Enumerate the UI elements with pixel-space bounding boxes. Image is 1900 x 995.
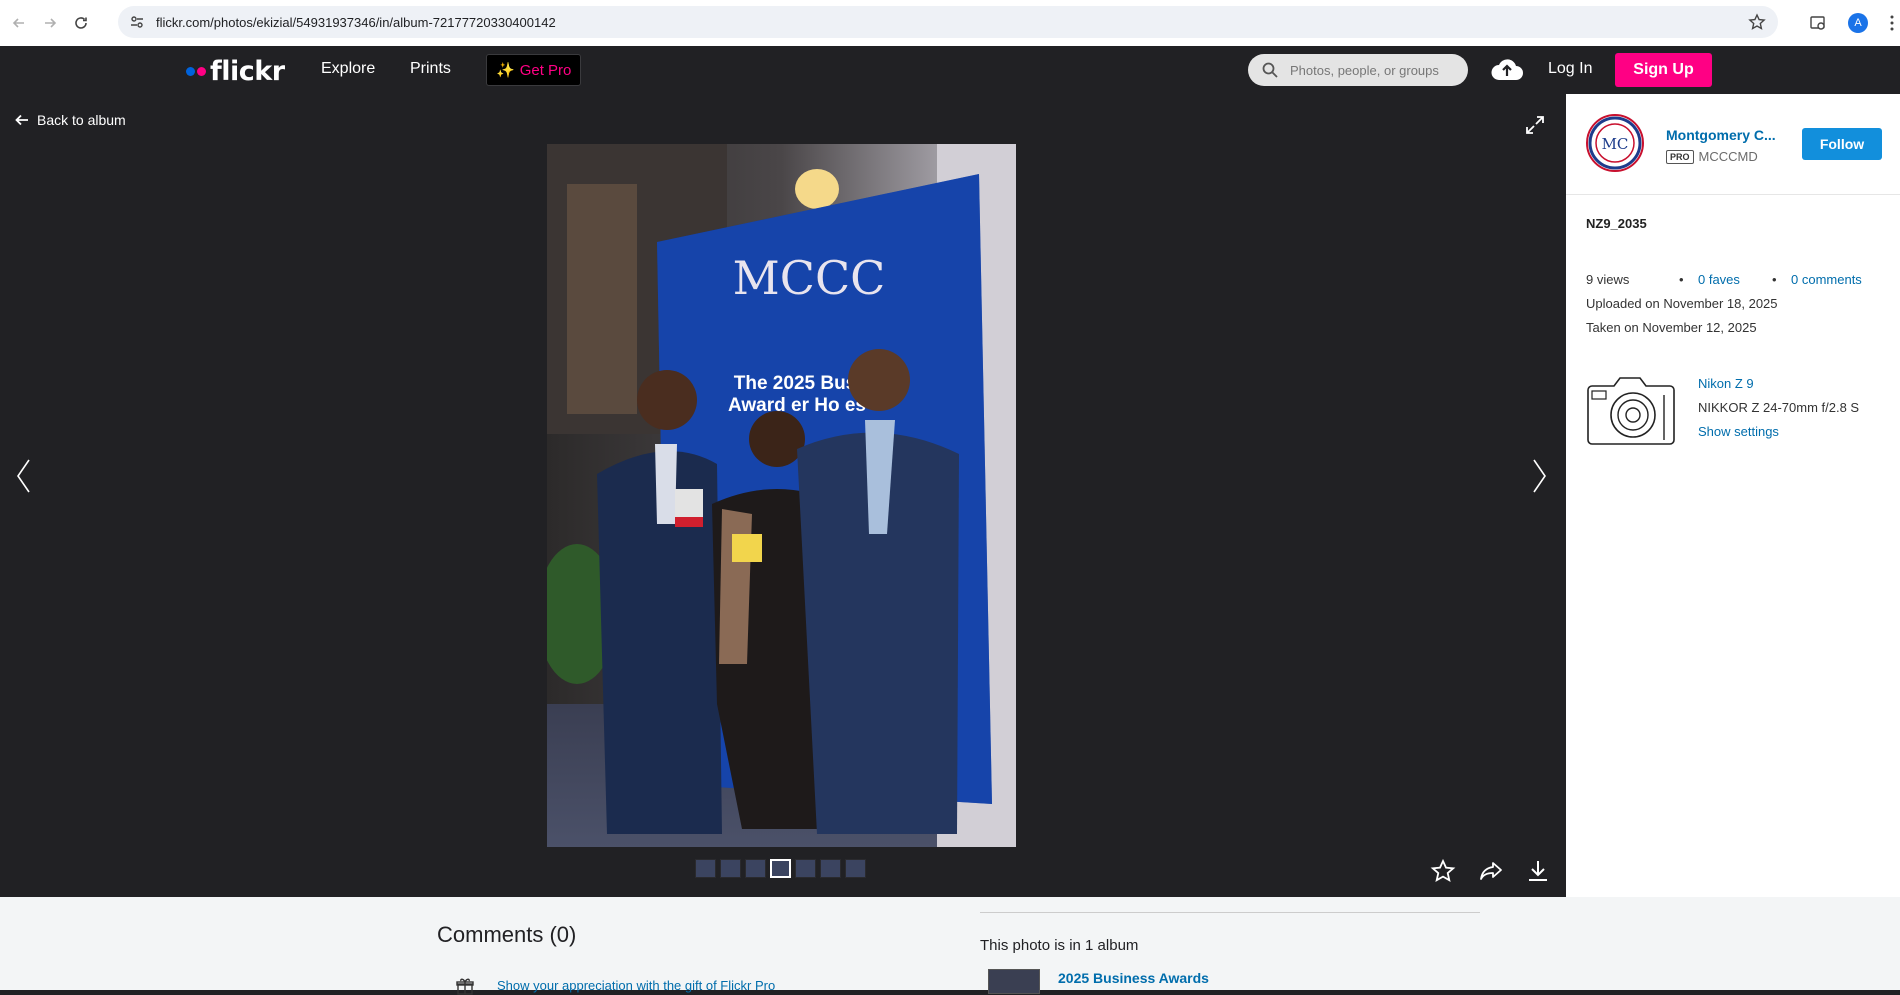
get-pro-button[interactable]: ✨ Get Pro bbox=[486, 54, 582, 86]
filmstrip-thumb[interactable] bbox=[720, 859, 741, 878]
get-pro-label: Get Pro bbox=[519, 61, 572, 79]
sparkle-icon: ✨ bbox=[496, 62, 515, 79]
logo-wordmark: flickr bbox=[210, 56, 285, 87]
gift-icon bbox=[456, 978, 474, 995]
site-settings-icon[interactable] bbox=[128, 13, 146, 31]
bullet: • bbox=[1772, 272, 1777, 287]
fave-star-icon[interactable] bbox=[1430, 858, 1456, 884]
logo-blue-dot bbox=[186, 67, 195, 76]
back-to-album-label: Back to album bbox=[37, 112, 126, 128]
banner-monogram: MCCC bbox=[733, 251, 886, 305]
fullscreen-icon[interactable] bbox=[1524, 114, 1546, 136]
filmstrip-thumb[interactable] bbox=[795, 859, 816, 878]
previous-photo-arrow[interactable] bbox=[14, 456, 34, 496]
divider bbox=[980, 912, 1480, 913]
filmstrip-thumb-active[interactable] bbox=[770, 859, 791, 878]
show-settings-link[interactable]: Show settings bbox=[1698, 424, 1779, 439]
taken-date: Taken on November 12, 2025 bbox=[1586, 320, 1757, 335]
next-photo-arrow[interactable] bbox=[1529, 456, 1549, 496]
upload-cloud-icon[interactable] bbox=[1490, 56, 1524, 84]
filmstrip-thumb[interactable] bbox=[845, 859, 866, 878]
back-to-album-link[interactable]: Back to album bbox=[15, 112, 126, 128]
filmstrip-thumb[interactable] bbox=[745, 859, 766, 878]
owner-name-link[interactable]: Montgomery C... bbox=[1666, 127, 1776, 143]
browser-menu-icon[interactable] bbox=[1884, 9, 1900, 37]
bookmark-star-icon[interactable] bbox=[1748, 13, 1766, 31]
photo-stage: Back to album MCCC The 2025 Bus Award er… bbox=[0, 94, 1566, 897]
search-input[interactable] bbox=[1290, 62, 1460, 78]
views-count: 9 views bbox=[1586, 272, 1630, 287]
lens-name: NIKKOR Z 24-70mm f/2.8 S bbox=[1698, 400, 1860, 415]
comments-link[interactable]: 0 comments bbox=[1791, 272, 1862, 287]
banner-line-1: The 2025 Bus bbox=[734, 373, 857, 394]
filmstrip-thumb[interactable] bbox=[820, 859, 841, 878]
divider bbox=[1566, 194, 1900, 195]
photo-info-sidebar: MC Montgomery C... PRO MCCCMD Follow NZ9… bbox=[1566, 94, 1900, 897]
faves-link[interactable]: 0 faves bbox=[1698, 272, 1740, 287]
profile-initial: A bbox=[1848, 13, 1868, 33]
svg-text:MC: MC bbox=[1602, 135, 1629, 153]
flickr-logo[interactable]: flickr bbox=[186, 56, 285, 87]
main-photo[interactable]: MCCC The 2025 Bus Award er Ho es Co bbox=[547, 144, 1016, 847]
profile-avatar[interactable]: A bbox=[1844, 9, 1872, 37]
back-arrow-icon[interactable] bbox=[7, 11, 31, 35]
download-icon[interactable] bbox=[1525, 858, 1551, 884]
signup-button[interactable]: Sign Up bbox=[1615, 53, 1712, 87]
browser-toolbar: flickr.com/photos/ekizial/54931937346/in… bbox=[0, 0, 1900, 46]
search-icon bbox=[1262, 62, 1278, 78]
logo-pink-dot bbox=[197, 67, 206, 76]
mccc-seal-logo: MC bbox=[1588, 116, 1642, 170]
banner-line-2: Award er Ho es bbox=[728, 395, 866, 416]
login-link[interactable]: Log In bbox=[1548, 60, 1592, 78]
filmstrip bbox=[695, 859, 866, 878]
site-header: flickr Explore Prints ✨ Get Pro Log In S… bbox=[0, 46, 1900, 94]
comments-heading: Comments (0) bbox=[437, 922, 577, 947]
photo-illustration: MCCC The 2025 Bus Award er Ho es Co bbox=[547, 144, 1016, 847]
url-text[interactable]: flickr.com/photos/ekizial/54931937346/in… bbox=[156, 15, 556, 30]
photo-title: NZ9_2035 bbox=[1586, 216, 1647, 231]
page-lower-section: Comments (0) Show your appreciation with… bbox=[0, 897, 1900, 995]
forward-arrow-icon[interactable] bbox=[38, 11, 62, 35]
owner-handle: MCCCMD bbox=[1698, 149, 1758, 164]
follow-button[interactable]: Follow bbox=[1802, 128, 1882, 160]
bullet: • bbox=[1679, 272, 1684, 287]
owner-pro-badge: PRO MCCCMD bbox=[1666, 149, 1758, 164]
search-box[interactable] bbox=[1248, 54, 1468, 86]
pro-label: PRO bbox=[1666, 149, 1694, 164]
reload-icon[interactable] bbox=[69, 11, 93, 35]
nav-prints[interactable]: Prints bbox=[410, 60, 451, 78]
gift-pro-link[interactable]: Show your appreciation with the gift of … bbox=[497, 978, 775, 993]
album-count-text: This photo is in 1 album bbox=[980, 937, 1139, 954]
camera-icon bbox=[1587, 377, 1675, 445]
reading-list-icon[interactable] bbox=[1804, 9, 1832, 37]
filmstrip-thumb[interactable] bbox=[695, 859, 716, 878]
album-name-link[interactable]: 2025 Business Awards bbox=[1058, 970, 1209, 986]
share-icon[interactable] bbox=[1478, 858, 1504, 884]
arrow-left-icon bbox=[15, 114, 28, 126]
uploaded-date: Uploaded on November 18, 2025 bbox=[1586, 296, 1778, 311]
album-thumbnail[interactable] bbox=[988, 969, 1040, 994]
owner-avatar[interactable]: MC bbox=[1586, 114, 1644, 172]
camera-model-link[interactable]: Nikon Z 9 bbox=[1698, 376, 1754, 391]
nav-explore[interactable]: Explore bbox=[321, 60, 375, 78]
address-bar[interactable]: flickr.com/photos/ekizial/54931937346/in… bbox=[118, 6, 1778, 38]
